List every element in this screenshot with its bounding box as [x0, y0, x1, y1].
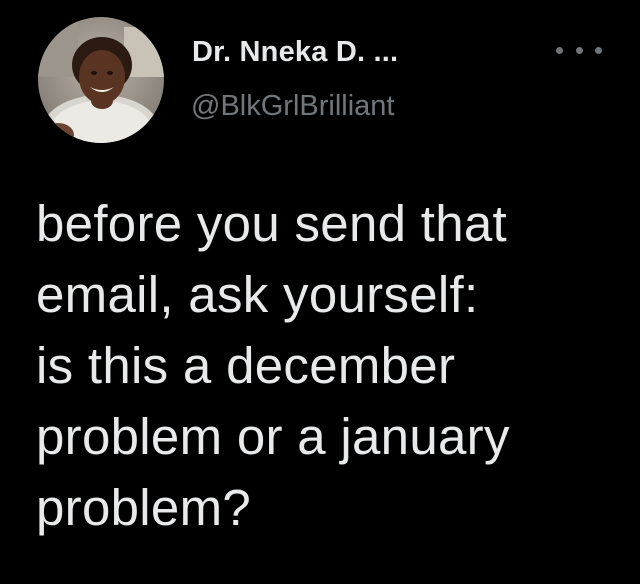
avatar[interactable] [38, 17, 164, 143]
more-horizontal-icon [556, 46, 563, 54]
display-name[interactable]: Dr. Nneka D. ... [192, 36, 398, 69]
more-horizontal-icon-dot [595, 46, 602, 54]
more-options-button[interactable] [556, 38, 602, 62]
more-horizontal-icon-dot [575, 46, 583, 54]
user-handle[interactable]: @BlkGrlBrilliant [191, 90, 394, 123]
tweet-text-line: before you send that [36, 195, 508, 252]
tweet-text-line: email, ask yourself: [36, 266, 479, 323]
tweet-text-line: is this a december [36, 337, 456, 394]
tweet-text: before you send that email, ask yourself… [36, 188, 626, 543]
tweet-text-line: problem? [36, 479, 252, 536]
profile-photo-icon [38, 17, 164, 143]
tweet-text-line: problem or a january [36, 408, 510, 465]
tweet-card: Dr. Nneka D. ... @BlkGrlBrilliant before… [0, 0, 640, 584]
